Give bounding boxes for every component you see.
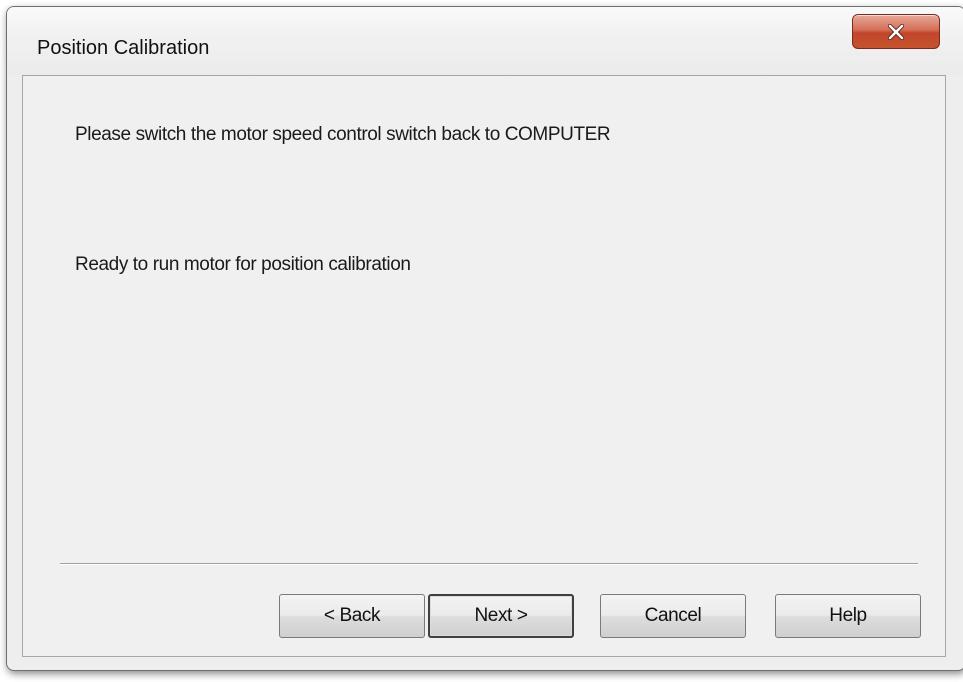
- cancel-button[interactable]: Cancel: [600, 594, 746, 638]
- separator: [60, 563, 918, 565]
- status-text: Ready to run motor for position calibrat…: [75, 254, 411, 275]
- back-button[interactable]: < Back: [279, 594, 425, 638]
- instruction-text: Please switch the motor speed control sw…: [75, 124, 611, 145]
- dialog-content: Please switch the motor speed control sw…: [22, 75, 946, 657]
- next-button[interactable]: Next >: [428, 594, 574, 638]
- window-title: Position Calibration: [37, 37, 210, 59]
- title-bar[interactable]: Position Calibration: [7, 7, 963, 75]
- close-x-icon: [887, 23, 905, 40]
- help-button[interactable]: Help: [775, 594, 921, 638]
- close-button[interactable]: [852, 14, 940, 49]
- dialog-window: Position Calibration Please switch the m…: [6, 6, 963, 671]
